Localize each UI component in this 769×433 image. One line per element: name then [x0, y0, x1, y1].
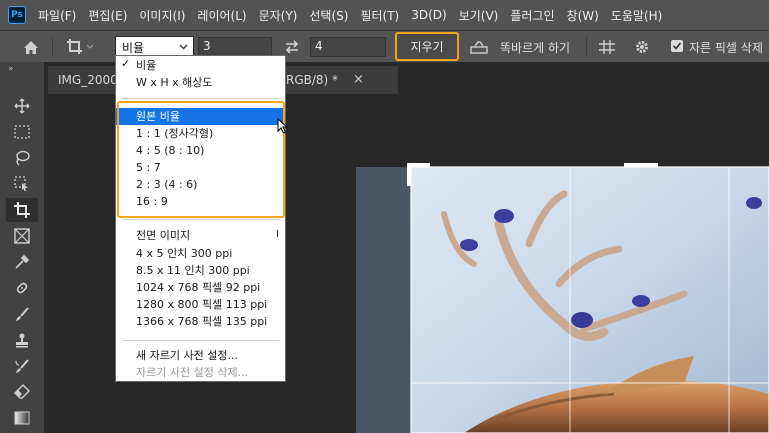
dropdown-item-4-5[interactable]: 4 : 5 (8 : 10): [116, 142, 285, 159]
dropdown-item-front-image[interactable]: 전면 이미지: [116, 227, 285, 244]
ratio-select-value: 비율: [122, 41, 145, 55]
menu-select[interactable]: 선택(S): [303, 7, 354, 24]
delete-cropped-pixels-label[interactable]: 자른 픽셀 삭제: [689, 39, 763, 56]
dropdown-item-wxh-resolution[interactable]: W x H x 해상도: [116, 74, 285, 91]
menu-window[interactable]: 창(W): [561, 7, 605, 24]
marquee-tool-icon[interactable]: [6, 120, 38, 144]
dropdown-item-2-3[interactable]: 2 : 3 (4 : 6): [116, 176, 285, 193]
lasso-tool-icon[interactable]: [6, 146, 38, 170]
dropdown-separator: [122, 219, 279, 220]
menu-type[interactable]: 문자(Y): [253, 7, 304, 24]
menu-view[interactable]: 보기(V): [453, 7, 505, 24]
height-ratio-input[interactable]: 4: [310, 37, 386, 57]
dropdown-item-1-1[interactable]: 1 : 1 (정사각형): [116, 125, 285, 142]
swap-icon[interactable]: [282, 38, 302, 56]
move-tool-icon[interactable]: [6, 94, 38, 118]
menu-edit[interactable]: 편집(E): [82, 7, 133, 24]
straighten-label[interactable]: 똑바르게 하기: [500, 39, 570, 56]
menu-plugins[interactable]: 플러그인: [504, 7, 560, 24]
menu-layer[interactable]: 레이어(L): [191, 7, 252, 24]
dropdown-separator: [122, 340, 279, 341]
menu-help[interactable]: 도움말(H): [605, 7, 669, 24]
dropdown-item-8-5x11-inch[interactable]: 8.5 x 11 인치 300 ppi: [116, 262, 285, 279]
dropdown-item-1280x800[interactable]: 1280 x 800 픽셀 113 ppi: [116, 296, 285, 313]
brush-tool-icon[interactable]: [6, 302, 38, 326]
dropdown-item-1024x768[interactable]: 1024 x 768 픽셀 92 ppi: [116, 279, 285, 296]
gradient-tool-icon[interactable]: [6, 406, 38, 430]
clear-button[interactable]: 지우기: [395, 32, 459, 61]
menu-filter[interactable]: 필터(T): [354, 7, 405, 24]
dropdown-item-1366x768[interactable]: 1366 x 768 픽셀 135 ppi: [116, 313, 285, 330]
crop-tool-icon[interactable]: [6, 198, 38, 222]
width-ratio-input[interactable]: 3: [198, 37, 272, 57]
dropdown-item-4x5-inch[interactable]: 4 x 5 인치 300 ppi: [116, 245, 285, 262]
mouse-cursor-icon: [277, 117, 289, 137]
tools-panel: »: [0, 62, 44, 433]
menu-3d[interactable]: 3D(D): [405, 8, 452, 22]
menu-image[interactable]: 이미지(I): [133, 7, 191, 24]
photoshop-logo-icon: Ps: [8, 6, 26, 24]
home-icon[interactable]: [20, 37, 42, 57]
chevron-down-icon: [179, 40, 188, 54]
dropdown-item-ratio[interactable]: 비율: [116, 57, 285, 74]
close-tab-icon[interactable]: ×: [353, 72, 364, 87]
straighten-level-icon[interactable]: [468, 38, 490, 56]
eyedropper-tool-icon[interactable]: [6, 250, 38, 274]
gear-icon[interactable]: [632, 38, 652, 56]
delete-cropped-pixels-checkbox[interactable]: [671, 40, 683, 52]
document-tab-name-end: RGB/8) *: [286, 73, 339, 87]
healing-brush-tool-icon[interactable]: [6, 276, 38, 300]
grid-overlay-icon[interactable]: [597, 38, 617, 56]
dropdown-item-16-9[interactable]: 16 : 9: [116, 193, 285, 210]
history-brush-tool-icon[interactable]: [6, 354, 38, 378]
front-image-shortcut: I: [276, 229, 279, 240]
dropdown-separator: [122, 98, 279, 99]
eraser-tool-icon[interactable]: [6, 380, 38, 404]
menu-bar: Ps 파일(F) 편집(E) 이미지(I) 레이어(L) 문자(Y) 선택(S)…: [0, 0, 769, 30]
dropdown-item-new-crop-preset[interactable]: 새 자르기 사전 설정...: [116, 347, 285, 364]
dropdown-item-original-ratio[interactable]: 원본 비율: [116, 108, 285, 125]
menu-file[interactable]: 파일(F): [32, 7, 82, 24]
collapse-panel-icon[interactable]: »: [8, 64, 14, 74]
object-selection-tool-icon[interactable]: [6, 172, 38, 196]
frame-tool-icon[interactable]: [6, 224, 38, 248]
dropdown-item-delete-crop-preset: 자르기 사전 설정 삭제...: [136, 366, 249, 379]
clone-stamp-tool-icon[interactable]: [6, 328, 38, 352]
dropdown-item-5-7[interactable]: 5 : 7: [116, 159, 285, 176]
ratio-dropdown-menu: ✓ 비율 W x H x 해상도 원본 비율 1 : 1 (정사각형) 4 : …: [115, 55, 286, 382]
crop-tool-preset-icon[interactable]: [62, 37, 98, 57]
